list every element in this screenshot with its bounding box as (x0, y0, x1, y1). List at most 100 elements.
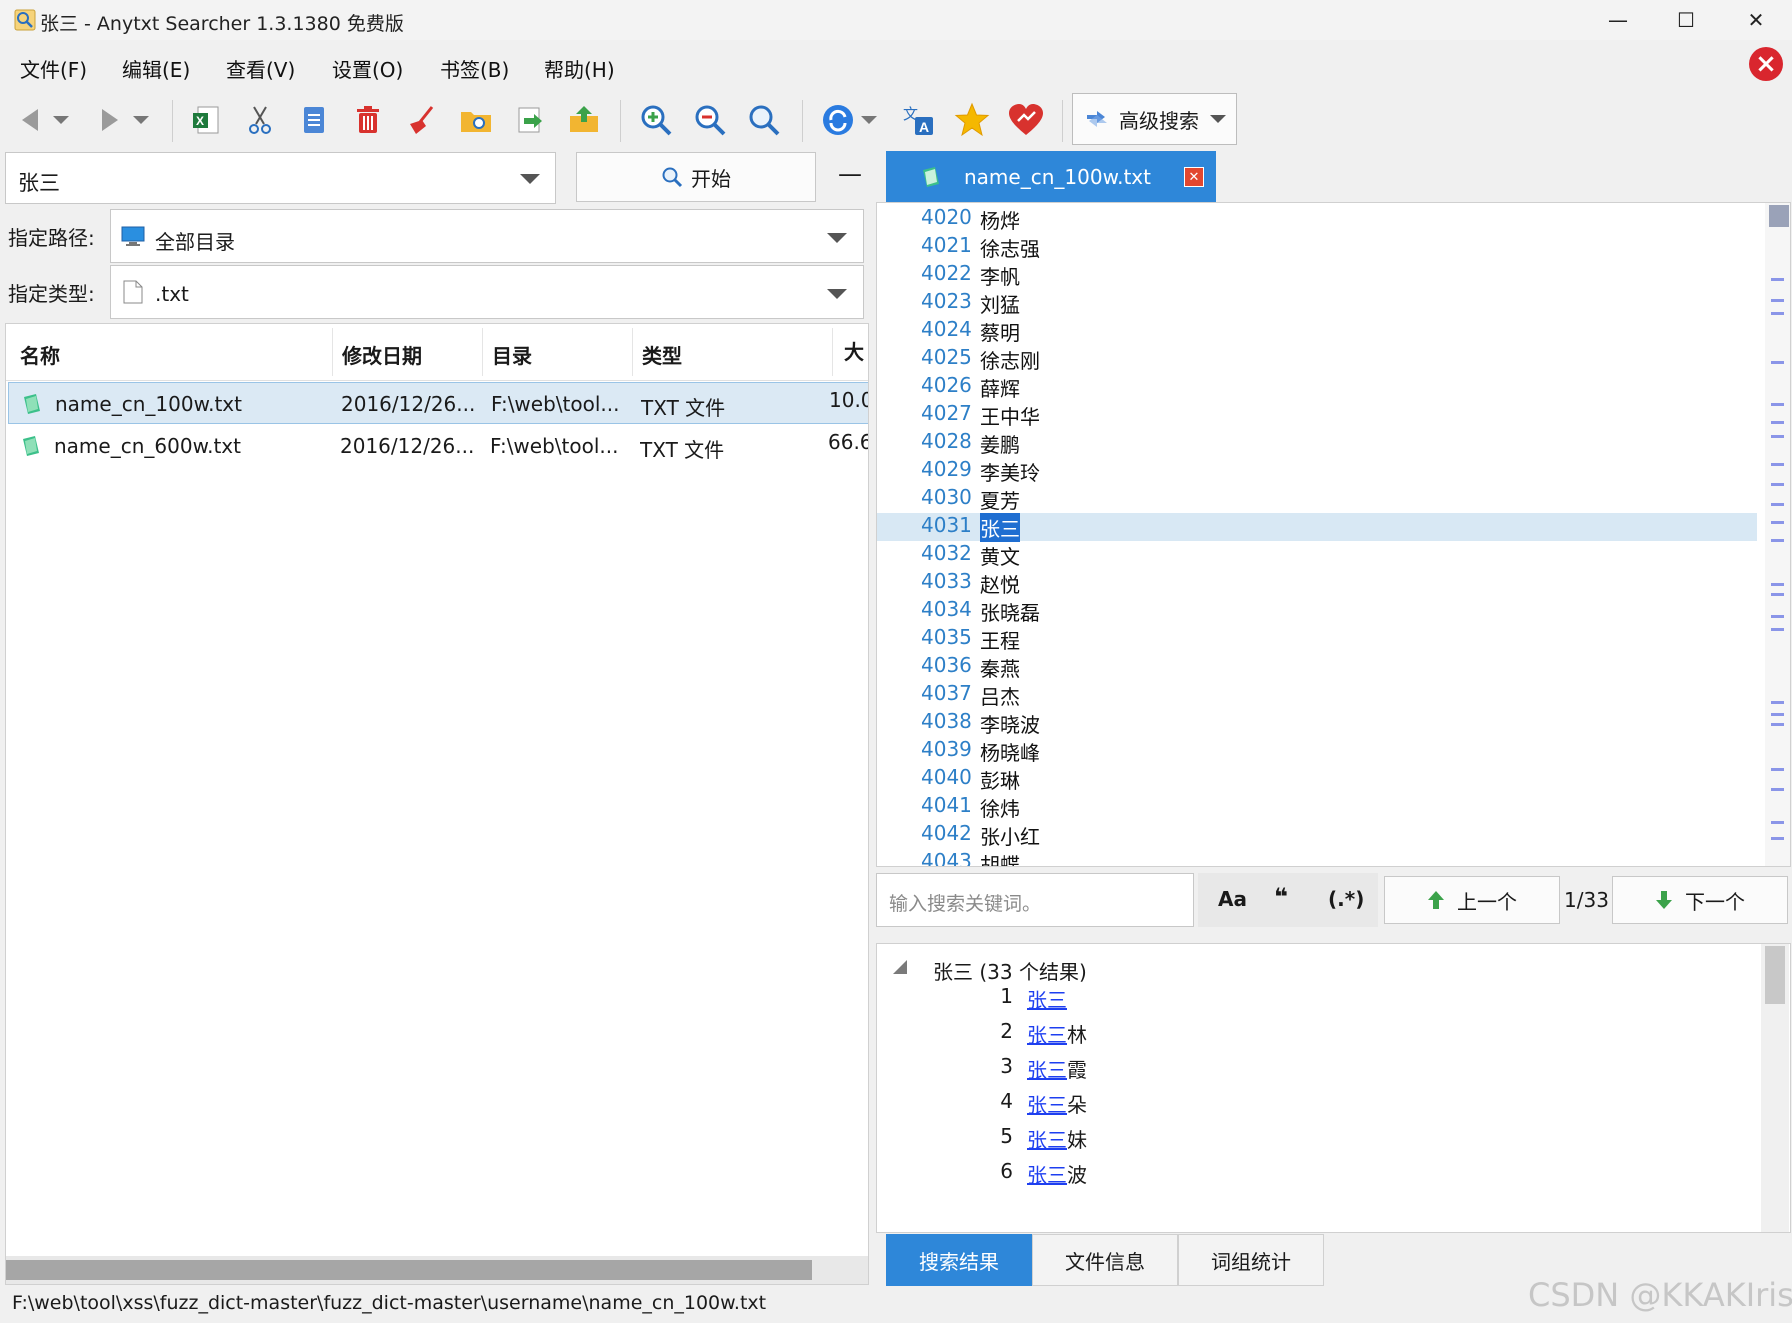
column-size[interactable]: 大 (844, 336, 864, 365)
scrollbar-thumb[interactable] (1765, 946, 1785, 1004)
line-number: 4034 (921, 597, 972, 621)
menu-edit[interactable]: 编辑(E) (122, 54, 190, 83)
scrollbar-thumb[interactable] (6, 1260, 812, 1280)
swap-arrows-icon (1087, 111, 1107, 127)
collapse-triangle-icon[interactable] (893, 960, 907, 974)
search-icon[interactable] (744, 100, 784, 140)
cut-icon[interactable] (240, 100, 280, 140)
line-number: 4022 (921, 261, 972, 285)
line-text: 徐志强 (980, 237, 1040, 261)
tab-document[interactable]: name_cn_100w.txt ✕ (886, 151, 1216, 203)
close-document-icon[interactable]: × (1749, 47, 1783, 81)
file-name: name_cn_600w.txt (54, 434, 241, 458)
close-button[interactable]: ✕ (1720, 0, 1792, 40)
menu-help[interactable]: 帮助(H) (544, 54, 615, 83)
path-select[interactable]: 全部目录 (110, 209, 864, 263)
zoom-in-icon[interactable] (636, 100, 676, 140)
result-text: 张三朵 (1027, 1089, 1087, 1118)
results-scrollbar[interactable] (1761, 944, 1789, 1232)
column-date[interactable]: 修改日期 (342, 340, 422, 369)
line-text: 王程 (980, 629, 1020, 653)
type-dropdown-icon[interactable] (827, 289, 847, 299)
result-match: 张三 (1027, 1128, 1067, 1152)
window-title: 张三 - Anytxt Searcher 1.3.1380 免费版 (40, 13, 404, 35)
find-in-document-input[interactable]: 输入搜索关键词。 (876, 873, 1194, 927)
document-scrollbar[interactable] (1765, 203, 1790, 866)
heart-icon[interactable] (1006, 100, 1046, 140)
line-number: 4026 (921, 373, 972, 397)
tab-search-results[interactable]: 搜索结果 (886, 1234, 1032, 1286)
file-row[interactable]: name_cn_100w.txt 2016/12/26... F:\web\to… (8, 382, 868, 424)
result-match: 张三 (1027, 988, 1067, 1012)
minimize-button[interactable]: — (1582, 0, 1654, 40)
tab-file-info[interactable]: 文件信息 (1032, 1234, 1178, 1286)
next-match-button[interactable]: 下一个 (1612, 876, 1788, 924)
start-search-button[interactable]: 开始 (576, 152, 816, 202)
document-line: 4037 吕杰 (877, 681, 1757, 709)
menu-view[interactable]: 查看(V) (226, 54, 295, 83)
back-dropdown-icon[interactable] (50, 100, 72, 140)
document-line: 4041 徐炜 (877, 793, 1757, 821)
column-directory[interactable]: 目录 (492, 340, 532, 369)
type-select[interactable]: .txt (110, 265, 864, 319)
file-row[interactable]: name_cn_600w.txt 2016/12/26... F:\web\to… (8, 425, 868, 467)
document-viewer[interactable]: 4020 杨烨 4021 徐志强 4022 李帆 4023 刘猛 4024 蔡明 4025 徐志刚 40… (876, 202, 1791, 867)
document-line: 4032 黄文 (877, 541, 1757, 569)
search-history-dropdown-icon[interactable] (520, 174, 540, 184)
svg-text:X: X (196, 114, 204, 128)
refresh-icon[interactable] (818, 100, 858, 140)
open-folder-icon[interactable] (456, 100, 496, 140)
magnifier-icon (662, 167, 683, 188)
file-type: TXT 文件 (640, 438, 725, 462)
maximize-button[interactable]: ☐ (1650, 0, 1722, 40)
line-number: 4038 (921, 709, 972, 733)
whole-word-toggle[interactable]: ❝ (1274, 883, 1288, 911)
previous-match-button[interactable]: 上一个 (1384, 876, 1560, 924)
result-context: 妹 (1067, 1128, 1087, 1152)
export-icon[interactable] (510, 100, 550, 140)
translate-icon[interactable]: 文A (898, 100, 938, 140)
menu-settings[interactable]: 设置(O) (332, 54, 403, 83)
menu-file[interactable]: 文件(F) (20, 54, 87, 83)
results-root-node[interactable]: 张三 (33 个结果) (933, 956, 1087, 985)
forward-dropdown-icon[interactable] (130, 100, 152, 140)
refresh-dropdown-icon[interactable] (858, 100, 880, 140)
horizontal-scrollbar[interactable] (6, 1256, 868, 1284)
advanced-search-button[interactable]: 高级搜索 (1072, 93, 1237, 145)
copy-icon[interactable] (294, 100, 334, 140)
clear-icon[interactable] (402, 100, 442, 140)
tab-document-label: name_cn_100w.txt (964, 165, 1151, 189)
title-bar: 张三 - Anytxt Searcher 1.3.1380 免费版 — ☐ ✕ (0, 0, 1792, 40)
result-text: 张三波 (1027, 1159, 1087, 1188)
line-number: 4031 (921, 513, 972, 537)
path-dropdown-icon[interactable] (827, 233, 847, 243)
document-line: 4026 薛辉 (877, 373, 1757, 401)
type-label: 指定类型: (8, 282, 95, 306)
line-text: 蔡明 (980, 321, 1020, 345)
export-excel-icon[interactable]: X (186, 100, 226, 140)
regex-toggle[interactable]: (.*) (1328, 887, 1364, 911)
collapse-panel-button[interactable]: — (838, 160, 862, 188)
search-input[interactable]: 张三 (5, 152, 556, 204)
result-match: 张三 (1027, 1058, 1067, 1082)
star-icon[interactable] (952, 100, 992, 140)
delete-icon[interactable] (348, 100, 388, 140)
match-case-toggle[interactable]: Aa (1218, 887, 1247, 911)
result-text: 张三霞 (1027, 1054, 1087, 1083)
file-list-header: 名称 修改日期 目录 类型 大 (6, 324, 868, 381)
scrollbar-thumb[interactable] (1769, 205, 1789, 227)
svg-text:A: A (919, 119, 929, 135)
tab-close-icon[interactable]: ✕ (1184, 167, 1204, 187)
result-index: 4 (1000, 1089, 1013, 1113)
column-type[interactable]: 类型 (642, 340, 682, 369)
forward-icon[interactable] (90, 100, 130, 140)
line-text: 刘猛 (980, 293, 1020, 317)
zoom-out-icon[interactable] (690, 100, 730, 140)
import-icon[interactable] (564, 100, 604, 140)
tab-phrase-stats[interactable]: 词组统计 (1178, 1234, 1324, 1286)
menu-bookmarks[interactable]: 书签(B) (440, 54, 509, 83)
back-icon[interactable] (10, 100, 50, 140)
computer-icon (121, 226, 145, 246)
result-index: 5 (1000, 1124, 1013, 1148)
column-name[interactable]: 名称 (20, 340, 60, 369)
